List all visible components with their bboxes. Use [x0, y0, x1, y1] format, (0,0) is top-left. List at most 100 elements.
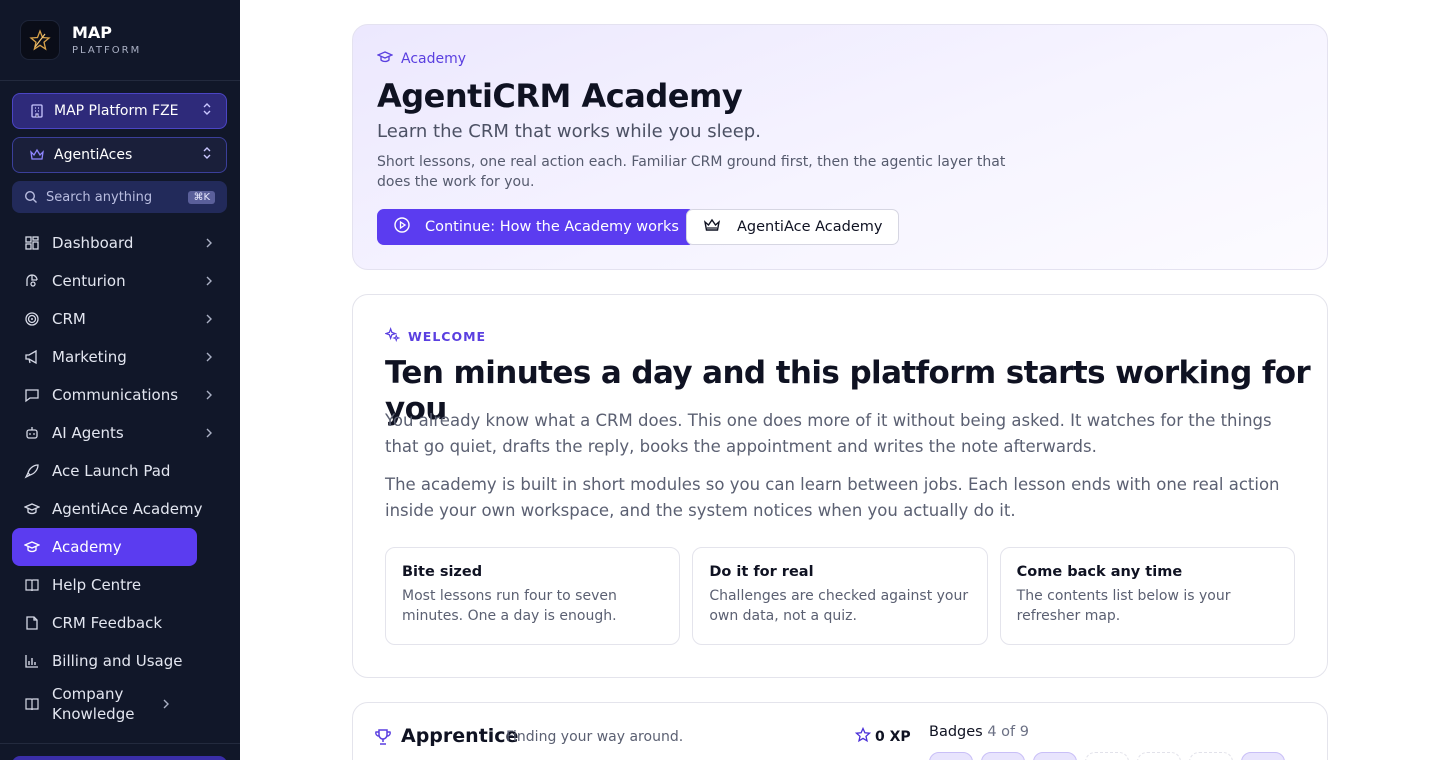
- xp-counter: 0 XP: [854, 726, 911, 747]
- badges-label: Badges: [929, 724, 983, 740]
- sidebar-item-label: CRM: [52, 310, 86, 328]
- sidebar-nav: Dashboard Centurion CRM Marketing Commun…: [12, 224, 227, 728]
- sidebar-item-academy[interactable]: Academy: [12, 528, 197, 566]
- centurion-icon: [24, 273, 40, 289]
- rank-subtitle: Finding your way around.: [506, 729, 684, 745]
- team-switcher-label: AgentiAces: [54, 147, 133, 163]
- badge-earned[interactable]: [929, 752, 973, 760]
- chevron-right-icon: [162, 699, 172, 709]
- chevron-right-icon: [205, 352, 215, 362]
- welcome-eyebrow: WELCOME: [384, 327, 487, 345]
- badge-earned[interactable]: [1241, 752, 1285, 760]
- sidebar-item-label: AgentiAce Academy: [52, 500, 203, 518]
- sidebar-item-company-knowledge[interactable]: Company Knowledge: [12, 680, 227, 728]
- welcome-panel: WELCOME Ten minutes a day and this platf…: [352, 294, 1328, 678]
- sidebar-item-crm[interactable]: CRM: [12, 300, 227, 338]
- sidebar-item-label: CRM Feedback: [52, 614, 163, 632]
- continue-lesson-label: Continue: How the Academy works: [425, 219, 679, 235]
- sidebar-item-marketing[interactable]: Marketing: [12, 338, 227, 376]
- crown-icon: [29, 147, 45, 163]
- hero-tagline: Learn the CRM that works while you sleep…: [377, 121, 761, 142]
- book-icon: [24, 577, 40, 593]
- rank-title: Apprentice: [401, 725, 519, 747]
- welcome-paragraph: The academy is built in short modules so…: [385, 475, 1280, 520]
- divider: [0, 80, 240, 81]
- sidebar-item-label: Dashboard: [52, 234, 134, 252]
- bar-chart-icon: [24, 653, 40, 669]
- team-switcher[interactable]: AgentiAces: [12, 137, 227, 173]
- search-icon: [24, 190, 38, 204]
- search-placeholder: Search anything: [46, 189, 153, 205]
- badges-summary: Badges 4 of 9: [929, 724, 1029, 740]
- sidebar-item-label: Academy: [52, 538, 122, 556]
- feature-card: Come back any time The contents list bel…: [999, 547, 1295, 645]
- sidebar-item-billing[interactable]: Billing and Usage: [12, 642, 227, 680]
- crown-icon: [703, 216, 721, 238]
- chevron-right-icon: [205, 238, 215, 248]
- hero-eyebrow-label: Academy: [401, 51, 467, 67]
- chevron-right-icon: [205, 314, 215, 324]
- star-icon: [854, 726, 872, 747]
- trophy-icon: [373, 727, 393, 747]
- sidebar-item-help-centre[interactable]: Help Centre: [12, 566, 227, 604]
- sidebar-item-communications[interactable]: Communications: [12, 376, 227, 414]
- search-shortcut: ⌘K: [188, 190, 215, 204]
- agentiace-academy-label: AgentiAce Academy: [737, 219, 883, 235]
- badge-locked[interactable]: [1085, 752, 1129, 760]
- search-input[interactable]: Search anything ⌘K: [12, 181, 227, 213]
- sidebar-item-agentiace-academy[interactable]: AgentiAce Academy: [12, 490, 227, 528]
- book-icon: [24, 696, 40, 712]
- sidebar-item-crm-feedback[interactable]: CRM Feedback: [12, 604, 227, 642]
- megaphone-icon: [24, 349, 40, 365]
- badges-count: 4 of 9: [987, 724, 1029, 740]
- badge-locked[interactable]: [1137, 752, 1181, 760]
- divider: [0, 743, 240, 744]
- feature-card-title: Bite sized: [402, 564, 483, 580]
- page-title: AgentiCRM Academy: [377, 77, 743, 115]
- hero-description: Short lessons, one real action each. Fam…: [377, 154, 1006, 190]
- feature-card: Do it for real Challenges are checked ag…: [692, 547, 988, 645]
- welcome-paragraph: You already know what a CRM does. This o…: [385, 411, 1272, 456]
- chevron-right-icon: [205, 390, 215, 400]
- building-icon: [29, 103, 45, 119]
- xp-value: 0 XP: [875, 729, 911, 745]
- chevron-right-icon: [205, 428, 215, 438]
- sidebar-item-label: Centurion: [52, 272, 126, 290]
- org-switcher[interactable]: MAP Platform FZE: [12, 93, 227, 129]
- feature-card-title: Do it for real: [709, 564, 814, 580]
- hero-panel: Academy AgentiCRM Academy Learn the CRM …: [352, 24, 1328, 270]
- sidebar-item-ace-launch-pad[interactable]: Ace Launch Pad: [12, 452, 227, 490]
- feature-cards: Bite sized Most lessons run four to seve…: [385, 547, 1295, 645]
- badge-earned[interactable]: [1033, 752, 1077, 760]
- dashboard-icon: [24, 235, 40, 251]
- sidebar-item-label: Company Knowledge: [52, 685, 135, 723]
- file-icon: [24, 615, 40, 631]
- badge-locked[interactable]: [1189, 752, 1233, 760]
- feature-card-title: Come back any time: [1016, 564, 1183, 580]
- feature-card: Bite sized Most lessons run four to seve…: [385, 547, 681, 645]
- chevron-updown-icon: [202, 102, 212, 120]
- sidebar-item-centurion[interactable]: Centurion: [12, 262, 227, 300]
- sidebar-bottom-button[interactable]: [12, 756, 227, 760]
- sidebar: MAP PLATFORM MAP Platform FZE AgentiAces…: [0, 0, 240, 760]
- feature-card-body: The contents list below is your refreshe…: [1016, 588, 1231, 624]
- continue-lesson-button[interactable]: Continue: How the Academy works: [377, 209, 695, 245]
- org-switcher-label: MAP Platform FZE: [54, 103, 179, 119]
- brand[interactable]: MAP PLATFORM: [20, 20, 141, 60]
- rocket-icon: [24, 463, 40, 479]
- graduation-cap-icon: [376, 49, 394, 69]
- badge-earned[interactable]: [981, 752, 1025, 760]
- robot-icon: [24, 425, 40, 441]
- sparkles-icon: [384, 327, 401, 345]
- graduation-cap-icon: [24, 501, 40, 517]
- logo-icon: [20, 20, 60, 60]
- agentiace-academy-button[interactable]: AgentiAce Academy: [686, 209, 900, 245]
- chat-icon: [24, 387, 40, 403]
- hero-eyebrow: Academy: [376, 49, 467, 69]
- welcome-eyebrow-label: WELCOME: [408, 328, 487, 344]
- sidebar-item-dashboard[interactable]: Dashboard: [12, 224, 227, 262]
- sidebar-item-ai-agents[interactable]: AI Agents: [12, 414, 227, 452]
- feature-card-body: Challenges are checked against your own …: [709, 588, 969, 624]
- sidebar-item-label: AI Agents: [52, 424, 124, 442]
- graduation-cap-icon: [24, 539, 40, 555]
